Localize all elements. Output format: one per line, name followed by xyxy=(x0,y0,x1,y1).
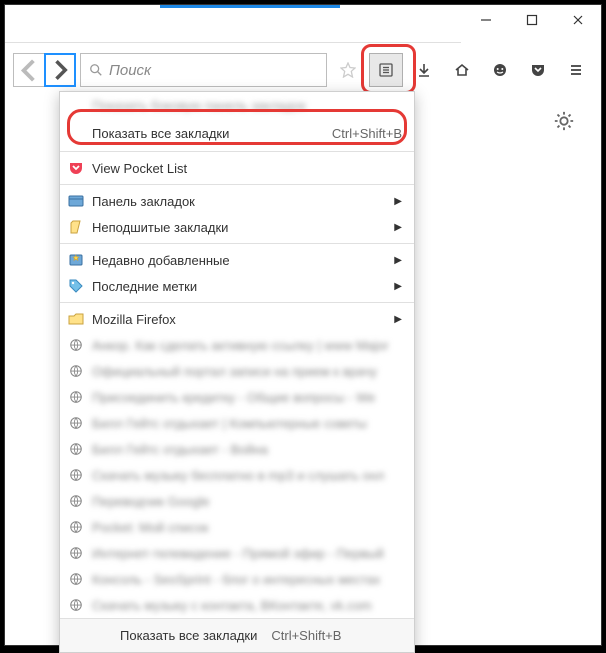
menu-item-recent-tags[interactable]: Последние метки ▶ xyxy=(60,273,414,299)
bookmark-item[interactable]: Консоль - SeoSprint - блог о интересных … xyxy=(60,566,414,592)
globe-icon xyxy=(68,415,84,431)
maximize-button[interactable] xyxy=(509,5,555,35)
footer-label: Показать все закладки xyxy=(120,628,257,643)
toolbar: Поиск xyxy=(13,51,593,89)
blank-icon xyxy=(68,125,84,141)
browser-window: Поиск Показать боковую панель закл xyxy=(4,4,602,646)
unsorted-folder-icon xyxy=(68,219,84,235)
home-button[interactable] xyxy=(445,53,479,87)
menu-item-recent-bookmarks[interactable]: Недавно добавленные ▶ xyxy=(60,247,414,273)
menu-separator xyxy=(60,151,414,152)
bookmark-item[interactable]: Скачать музыку с контакта, ВКонтакте, vk… xyxy=(60,592,414,618)
menu-item-show-all-bookmarks[interactable]: Показать все закладки Ctrl+Shift+B xyxy=(60,118,414,148)
pocket-toolbar-icon[interactable] xyxy=(521,53,555,87)
active-tab-indicator xyxy=(160,5,340,8)
window-controls xyxy=(463,5,601,35)
bookmark-item[interactable]: Билл Гейтс отдыхает - Война xyxy=(60,436,414,462)
folder-icon xyxy=(68,311,84,327)
bookmarks-menu-button[interactable] xyxy=(369,53,403,87)
footer-shortcut: Ctrl+Shift+B xyxy=(271,628,341,643)
menu-separator xyxy=(60,184,414,185)
bookmark-item[interactable]: Анкор. Как сделать активную ссылку | www… xyxy=(60,332,414,358)
settings-gear-icon[interactable] xyxy=(553,110,575,132)
globe-icon xyxy=(68,571,84,587)
search-placeholder: Поиск xyxy=(109,62,151,79)
menu-item-pocket[interactable]: View Pocket List xyxy=(60,155,414,181)
globe-icon xyxy=(68,441,84,457)
submenu-arrow-icon: ▶ xyxy=(394,255,402,266)
globe-icon xyxy=(68,545,84,561)
recent-icon xyxy=(68,252,84,268)
menu-item-unsorted-bookmarks[interactable]: Неподшитые закладки ▶ xyxy=(60,214,414,240)
menu-item-show-sidebar[interactable]: Показать боковую панель закладок xyxy=(60,92,414,118)
shortcut-label: Ctrl+Shift+B xyxy=(332,126,402,141)
bookmark-item[interactable]: Официальный портал записи на прием к вра… xyxy=(60,358,414,384)
search-input[interactable]: Поиск xyxy=(80,53,327,87)
bookmark-item[interactable]: Переводчик Google xyxy=(60,488,414,514)
bookmarks-dropdown-menu: Показать боковую панель закладок Показат… xyxy=(59,91,415,653)
toolbar-folder-icon xyxy=(68,193,84,209)
submenu-arrow-icon: ▶ xyxy=(394,222,402,233)
globe-icon xyxy=(68,389,84,405)
close-button[interactable] xyxy=(555,5,601,35)
forward-button[interactable] xyxy=(44,53,76,87)
globe-icon xyxy=(68,493,84,509)
pocket-icon xyxy=(68,160,84,176)
back-button[interactable] xyxy=(13,53,45,87)
tab-strip xyxy=(5,5,461,43)
blank-icon xyxy=(68,97,84,113)
menu-footer-show-all[interactable]: Показать все закладки Ctrl+Shift+B xyxy=(60,618,414,652)
globe-icon xyxy=(68,363,84,379)
submenu-arrow-icon: ▶ xyxy=(394,281,402,292)
submenu-arrow-icon: ▶ xyxy=(394,314,402,325)
menu-folder-mozilla[interactable]: Mozilla Firefox ▶ xyxy=(60,306,414,332)
menu-item-bookmarks-toolbar[interactable]: Панель закладок ▶ xyxy=(60,188,414,214)
face-icon[interactable] xyxy=(483,53,517,87)
downloads-button[interactable] xyxy=(407,53,441,87)
bookmark-item[interactable]: Интернет-телевидение - Прямой эфир - Пер… xyxy=(60,540,414,566)
bookmark-item[interactable]: Скачать музыку бесплатно в mp3 и слушать… xyxy=(60,462,414,488)
menu-separator xyxy=(60,302,414,303)
bookmark-item[interactable]: Присоединить кредитку - Общие вопросы - … xyxy=(60,384,414,410)
bookmark-item[interactable]: Билл Гейтс отдыхает | Компьютерные совет… xyxy=(60,410,414,436)
tag-icon xyxy=(68,278,84,294)
search-icon xyxy=(89,63,103,77)
globe-icon xyxy=(68,467,84,483)
minimize-button[interactable] xyxy=(463,5,509,35)
menu-button[interactable] xyxy=(559,53,593,87)
bookmark-item[interactable]: Pocket: Мой список xyxy=(60,514,414,540)
globe-icon xyxy=(68,519,84,535)
menu-separator xyxy=(60,243,414,244)
submenu-arrow-icon: ▶ xyxy=(394,196,402,207)
globe-icon xyxy=(68,337,84,353)
star-icon[interactable] xyxy=(331,53,365,87)
globe-icon xyxy=(68,597,84,613)
